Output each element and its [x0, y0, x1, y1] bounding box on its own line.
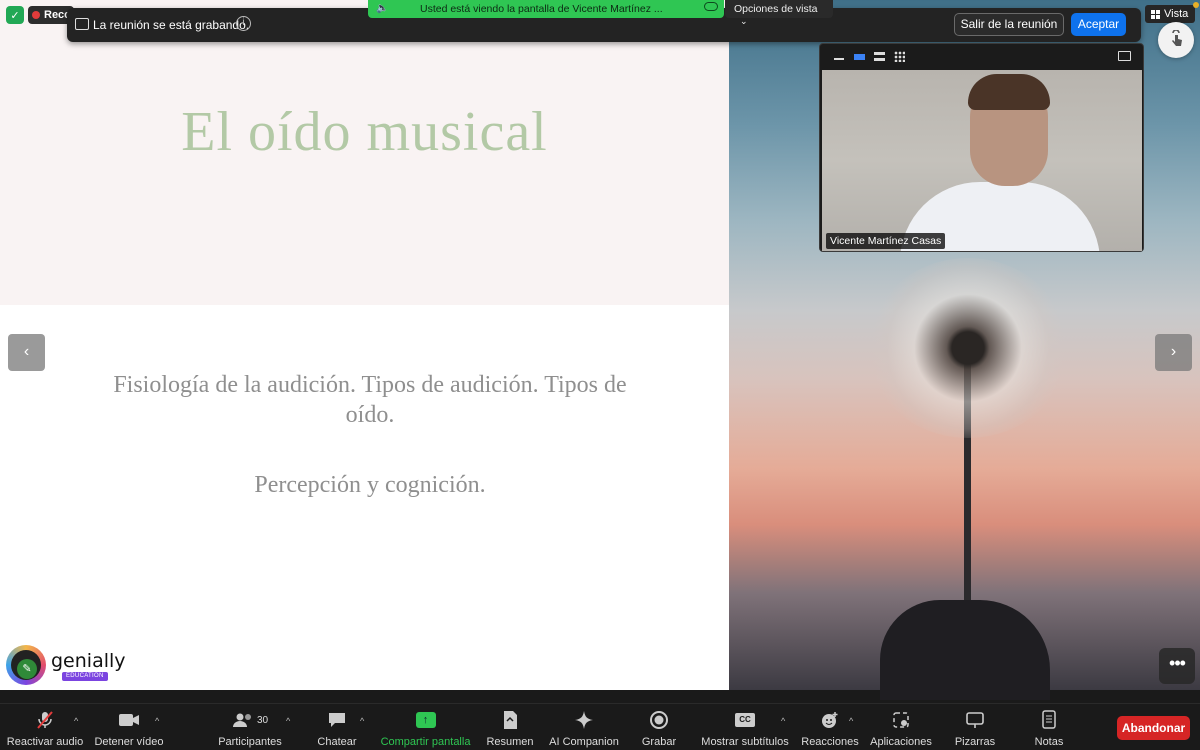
toolbar-label-notes: Notas	[1034, 736, 1064, 748]
accept-button[interactable]: Aceptar	[1071, 13, 1126, 36]
annotate-pen-icon[interactable]: ✎	[17, 659, 37, 679]
notes-button[interactable]: Notas	[1026, 710, 1072, 750]
zoom-meeting-window: El oído musical Fisiología de la audició…	[0, 0, 1200, 750]
status-dot	[1193, 2, 1199, 8]
toolbar-label-participants: Participantes	[218, 736, 282, 748]
genially-logo: ✎	[6, 645, 46, 685]
genially-wordmark: genially	[51, 650, 126, 672]
participant-count: 30	[256, 714, 269, 726]
speaker-video-window[interactable]: Vicente Martínez Casas	[819, 43, 1144, 252]
screen-share-text: Usted está viendo la pantalla de Vicente…	[420, 3, 663, 15]
slide-title: El oído musical	[181, 101, 548, 163]
sparkle-icon	[575, 711, 593, 729]
summary-button[interactable]: Resumen	[484, 710, 536, 750]
share-screen-button[interactable]: ↑ Compartir pantalla	[378, 710, 473, 750]
captions-options-caret-icon[interactable]: ^	[781, 716, 785, 726]
ellipsis-icon: •••	[1169, 653, 1186, 673]
dandelion-head	[868, 258, 1068, 438]
whiteboard-icon	[966, 712, 984, 728]
fullscreen-toggle-button[interactable]	[1158, 22, 1194, 58]
chevron-left-icon: ‹	[23, 343, 30, 360]
hand-silhouette	[880, 600, 1050, 700]
strip-view-icon[interactable]	[874, 52, 885, 61]
view-button-label: Vista	[1164, 8, 1189, 20]
participant-hair	[968, 74, 1050, 110]
record-dot-icon	[32, 11, 40, 19]
security-recording-badge: ✓ Recc	[0, 4, 75, 26]
notes-icon	[1042, 710, 1056, 729]
reactions-options-caret-icon[interactable]: ^	[849, 716, 853, 726]
gallery-view-icon[interactable]	[894, 51, 905, 62]
view-button[interactable]: Vista	[1145, 5, 1195, 23]
mic-muted-icon	[37, 711, 53, 729]
view-options-label: Opciones de vista	[734, 3, 818, 15]
genially-education-tag: EDUCATION	[62, 672, 108, 681]
toolbar-label-audio: Reactivar audio	[6, 736, 84, 748]
screen-share-banner: 🔈 Usted está viendo la pantalla de Vicen…	[368, 0, 724, 18]
slide-subtitle-topics: Fisiología de la audición. Tipos de audi…	[113, 372, 627, 428]
video-camera-icon	[119, 714, 139, 726]
previous-slide-button[interactable]: ‹	[8, 334, 45, 371]
minimize-icon[interactable]	[834, 58, 844, 60]
captions-icon: CC	[735, 713, 755, 727]
toolbar-label-ai: AI Companion	[549, 736, 619, 748]
toolbar-label-video: Detener vídeo	[94, 736, 164, 748]
record-icon	[650, 711, 668, 729]
leave-meeting-button[interactable]: Salir de la reunión	[954, 13, 1064, 36]
audio-options-caret-icon[interactable]: ^	[74, 716, 78, 726]
participants-icon	[232, 713, 251, 727]
toolbar-label-captions: Mostrar subtítulos	[701, 736, 789, 748]
toolbar-label-chat: Chatear	[317, 736, 357, 748]
slide-subtitle-perception: Percepción y cognición.	[254, 472, 486, 498]
apps-button[interactable]: Aplicaciones	[866, 710, 936, 750]
video-options-caret-icon[interactable]: ^	[155, 716, 159, 726]
toolbar-label-share: Compartir pantalla	[380, 736, 471, 748]
touch-hand-icon	[1172, 30, 1182, 46]
whiteboards-button[interactable]: Pizarras	[950, 710, 1000, 750]
popout-icon[interactable]	[1118, 51, 1131, 61]
unmute-audio-button[interactable]: Reactivar audio	[6, 710, 84, 750]
participants-button[interactable]: 30 Participantes	[213, 710, 287, 750]
toolbar-label-reactions: Reacciones	[801, 736, 859, 748]
show-captions-button[interactable]: CC Mostrar subtítulos	[698, 710, 792, 750]
speaker-icon: 🔈	[376, 3, 389, 14]
toolbar-label-apps: Aplicaciones	[870, 736, 932, 748]
meeting-toolbar: Reactivar audio ^ Detener vídeo ^ 30 Par…	[0, 703, 1200, 750]
participants-options-caret-icon[interactable]: ^	[286, 716, 290, 726]
cloud-icon	[704, 2, 718, 11]
toolbar-label-summary: Resumen	[486, 736, 534, 748]
reactions-icon	[822, 712, 838, 728]
view-options-dropdown[interactable]: Opciones de vista ⌄	[725, 0, 833, 26]
speaker-view-icon[interactable]	[854, 54, 865, 60]
chat-button[interactable]: Chatear	[312, 710, 362, 750]
grid-view-icon	[1151, 9, 1160, 19]
more-options-button[interactable]: •••	[1159, 648, 1195, 684]
shield-icon[interactable]: ✓	[6, 6, 24, 24]
toolbar-label-record: Grabar	[641, 736, 677, 748]
chat-icon	[329, 713, 345, 727]
share-screen-icon: ↑	[415, 712, 436, 728]
recording-notice-text: La reunión se está grabando.	[93, 18, 250, 32]
recording-icon	[75, 18, 89, 30]
participant-video-feed: Vicente Martínez Casas	[822, 70, 1142, 251]
chevron-right-icon: ›	[1170, 343, 1177, 360]
info-icon[interactable]: i	[236, 16, 251, 31]
next-slide-button[interactable]: ›	[1155, 334, 1192, 371]
participant-name-tag: Vicente Martínez Casas	[826, 233, 946, 249]
toolbar-label-whiteboards: Pizarras	[954, 736, 996, 748]
summary-icon	[504, 711, 517, 729]
apps-icon	[893, 712, 909, 728]
record-button[interactable]: Grabar	[636, 710, 682, 750]
video-window-toolbar	[820, 44, 1143, 70]
leave-call-button[interactable]: Abandonar	[1117, 716, 1190, 740]
chat-options-caret-icon[interactable]: ^	[360, 716, 364, 726]
chevron-down-icon: ⌄	[740, 16, 748, 26]
ai-companion-button[interactable]: AI Companion	[546, 710, 622, 750]
